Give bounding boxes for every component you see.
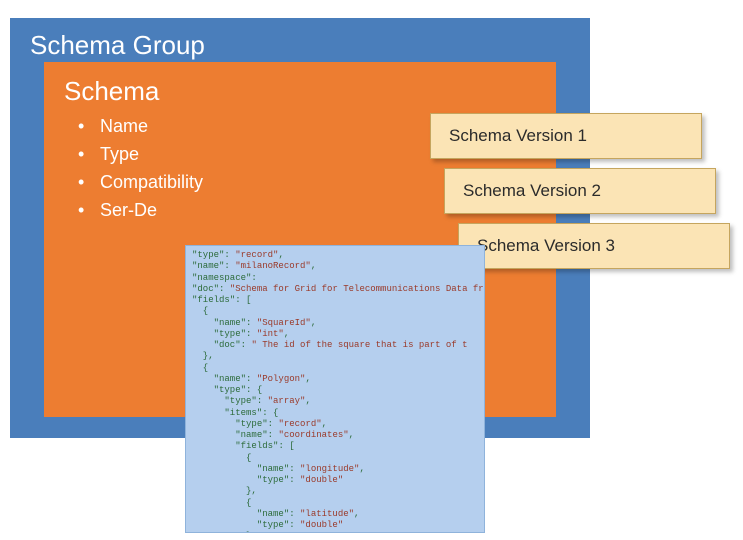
schema-version-label: Schema Version 1 bbox=[449, 126, 587, 146]
schema-version-label: Schema Version 3 bbox=[477, 236, 615, 256]
schema-group-title: Schema Group bbox=[30, 30, 570, 61]
schema-version-card-1: Schema Version 1 bbox=[430, 113, 702, 159]
json-code-preview: "type": "record", "name": "milanoRecord"… bbox=[185, 245, 485, 533]
schema-version-card-2: Schema Version 2 bbox=[444, 168, 716, 214]
schema-version-card-3: Schema Version 3 bbox=[458, 223, 730, 269]
schema-version-label: Schema Version 2 bbox=[463, 181, 601, 201]
code-line: "type": "record", "name": "milanoRecord"… bbox=[192, 250, 485, 533]
schema-title: Schema bbox=[64, 76, 536, 107]
